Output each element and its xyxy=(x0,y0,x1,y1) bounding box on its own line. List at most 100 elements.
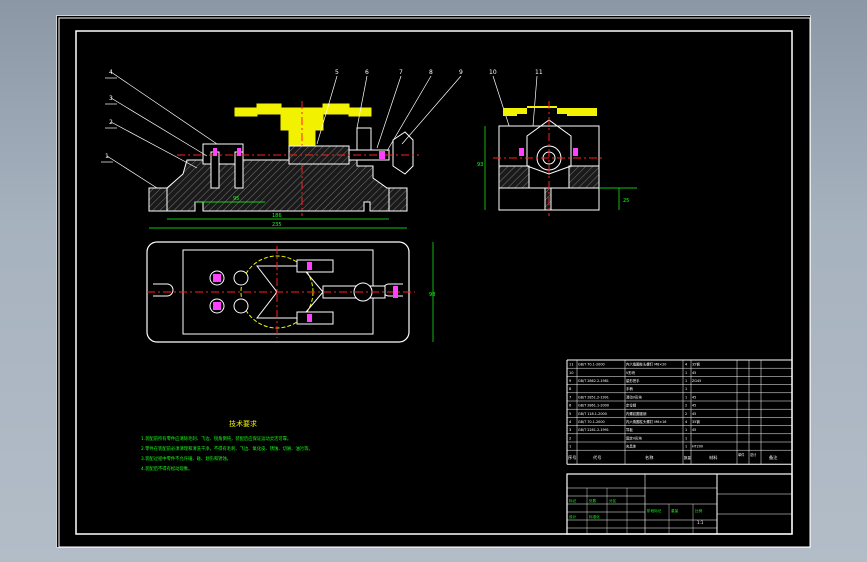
bom-header-name: 名称 xyxy=(645,454,653,461)
cad-viewport[interactable]: 95 186 235 4 3 2 1 5 6 7 8 9 10 11 93 25… xyxy=(56,15,811,548)
balloon-6: 6 xyxy=(365,69,369,76)
tech-requirements: 技术要求 1.装配前所有零件应清除毛刺、飞边、锐角倒钝，装配后应保证运动灵活可靠… xyxy=(141,419,313,472)
bom-row-qty: 1 xyxy=(685,387,687,391)
bom-row-qty: 2 xyxy=(685,404,687,408)
tb-label-standard: 标准化 xyxy=(589,514,600,519)
bom-row-name: 固定V形块 xyxy=(626,435,642,440)
guide-plate xyxy=(356,127,372,151)
top-marker-1 xyxy=(213,274,221,282)
bom-row-no: 5 xyxy=(569,412,571,416)
top-marker-3 xyxy=(307,262,312,270)
bom-row-code: GB/T 2862.2-1981 xyxy=(578,379,609,383)
top-guide-1 xyxy=(296,259,334,273)
tb-label-count: 处数 xyxy=(589,498,597,503)
bom-row-no: 2 xyxy=(569,436,571,440)
tb-scale-value: 1:1 xyxy=(697,520,704,525)
top-bolt-4 xyxy=(233,298,249,314)
clamp-body-section xyxy=(148,159,408,212)
bom-row-material: 45 xyxy=(692,404,696,408)
bom-row-material: ZG45 xyxy=(692,379,701,383)
dim-front-overall: 235 xyxy=(272,222,282,228)
top-bolt-2 xyxy=(233,270,249,286)
balloon-4: 4 xyxy=(109,69,113,76)
bom-row-no: 1 xyxy=(569,445,571,449)
pin-marker xyxy=(213,148,217,156)
bom-row-material: 45 xyxy=(692,395,696,399)
top-marker-4 xyxy=(307,314,312,322)
bom-row-material: HT200 xyxy=(692,445,703,449)
bom-row-code: GB/T 70.1-2000 xyxy=(578,420,605,424)
tech-req-line-2: 2.零件在装配前必须清理和清洗干净，不得有毛刺、飞边、氧化皮、锈蚀、切屑、油污等… xyxy=(141,445,313,452)
top-marker-5 xyxy=(393,286,398,298)
top-view: 98 xyxy=(146,241,435,343)
bom-row-no: 7 xyxy=(569,395,571,399)
bom-row-qty: 4 xyxy=(685,363,687,367)
side-hatch-left xyxy=(498,165,530,189)
front-view: 95 186 235 xyxy=(148,101,419,229)
star-knob xyxy=(392,131,414,175)
balloon-2: 2 xyxy=(109,119,113,126)
bom-row-qty: 1 xyxy=(685,445,687,449)
side-pin xyxy=(544,187,552,211)
bom-row-qty: 1 xyxy=(685,436,687,440)
bom-row-qty: 1 xyxy=(685,428,687,432)
bom-row-name: 导板 xyxy=(626,427,633,432)
bom-row-code: GB/T 2851.2-1991 xyxy=(578,395,609,399)
pin-marker-3 xyxy=(379,151,385,159)
side-view: 93 25 xyxy=(477,101,637,216)
tb-label-design: 设计 xyxy=(569,514,577,519)
bom-row-name: 内六角圆柱头螺钉 M8×20 xyxy=(626,362,666,367)
dim-side-height: 93 xyxy=(477,162,483,168)
bom-row-name: 星形把手 xyxy=(626,378,640,383)
balloon-8: 8 xyxy=(429,69,433,76)
bom-row-no: 4 xyxy=(569,420,572,424)
tech-req-line-1: 1.装配前所有零件应清除毛刺、飞边、锐角倒钝，装配后应保证运动灵活可靠。 xyxy=(141,435,291,442)
top-marker-2 xyxy=(213,302,221,310)
bom-header-total: 总计 xyxy=(750,452,757,457)
bom-row-code: GB/T 70.1-2000 xyxy=(578,363,605,367)
bom-row-qty: 4 xyxy=(685,420,687,424)
balloon-7: 7 xyxy=(399,69,403,76)
bom-row-name: 内螺纹圆锥销 xyxy=(626,411,647,416)
bom-row-no: 9 xyxy=(569,379,572,383)
tb-label-weight: 重量 xyxy=(671,508,679,513)
screw-cavity xyxy=(210,151,220,189)
workpiece-top xyxy=(234,103,372,147)
bom-row-name: 夹具体 xyxy=(626,444,637,449)
bom-row-name: 定位销 xyxy=(626,403,637,408)
bom-row-name: V形块 xyxy=(626,370,636,375)
side-workpiece-top xyxy=(503,106,597,116)
balloon-9: 9 xyxy=(459,69,463,76)
tb-label-scale: 比例 xyxy=(695,508,703,513)
bom-row-name: 内六角圆柱头螺钉 M6×16 xyxy=(626,419,666,424)
bom-row-name: 滑动V形块 xyxy=(626,394,642,399)
bom-header-no: 序号 xyxy=(568,454,576,461)
bom-header-unit: 单件 xyxy=(738,452,745,457)
dim-front-mid: 186 xyxy=(272,213,282,219)
dim-front-inner: 95 xyxy=(233,196,239,202)
dim-side-small: 25 xyxy=(623,198,629,204)
bom-row-qty: 2 xyxy=(685,412,687,416)
bom-header-code: 代号 xyxy=(593,454,601,461)
bom-header-qty: 数量 xyxy=(684,455,691,460)
bom-row-material: 45 xyxy=(692,428,696,432)
tb-label-stage: 阶段标记 xyxy=(647,508,662,513)
title-block: 标记 处数 分区 设计 标准化 阶段标记 重量 比例 1:1 xyxy=(566,473,793,535)
bom-row-code: GB/T 2861.1-2000 xyxy=(578,404,609,408)
bom-row-qty: 1 xyxy=(685,379,687,383)
bom-table: 11 GB/T 70.1-2000 内六角圆柱头螺钉 M8×20 4 35钢10 V形块 1… xyxy=(566,359,793,465)
bom-row-material: 35钢 xyxy=(692,362,700,367)
bom-row-name: 手柄 xyxy=(626,386,633,391)
bom-row-no: 3 xyxy=(569,428,571,432)
tb-label-zone: 分区 xyxy=(609,498,617,503)
bom-header-note: 备注 xyxy=(769,454,778,461)
bom-row-code: GB/T 2281.2-1991 xyxy=(578,428,609,432)
screw-cavity-2 xyxy=(234,151,244,189)
balloon-5: 5 xyxy=(335,69,339,76)
bom-row-qty: 1 xyxy=(685,395,687,399)
side-hatch-right xyxy=(568,165,600,189)
bom-row-no: 6 xyxy=(569,404,572,408)
bom-header-material: 材料 xyxy=(709,454,718,461)
tech-req-line-3: 3.装配过程中零件不允许磕、碰、划伤和锈蚀。 xyxy=(141,455,231,462)
bom-row-material: 45 xyxy=(692,371,696,375)
